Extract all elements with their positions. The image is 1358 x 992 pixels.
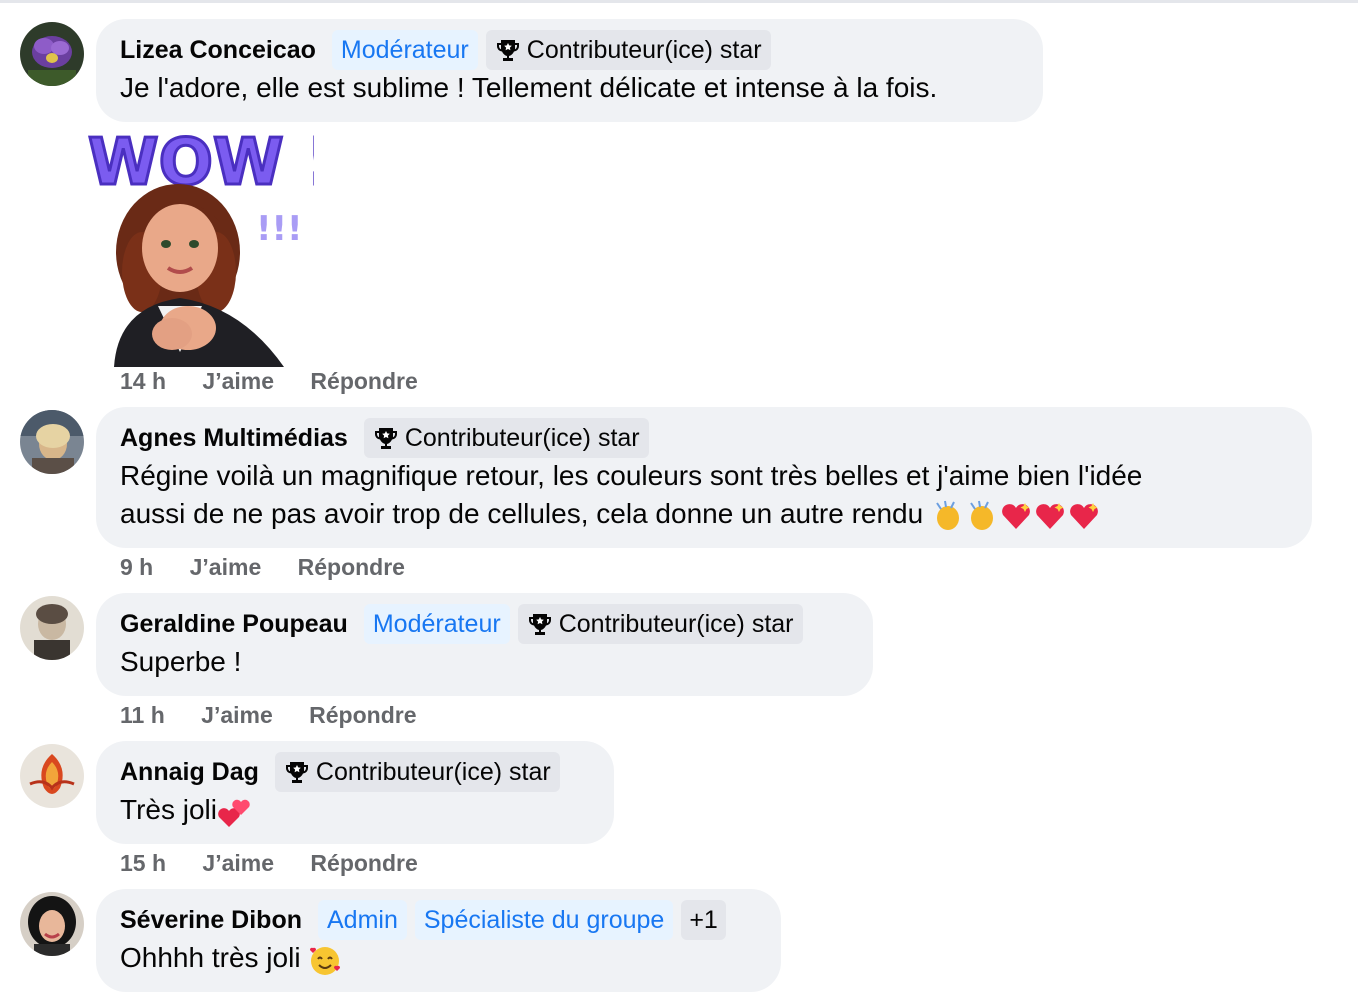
comment-bubble: Annaig Dag Contributeur(ice) star Très j… <box>96 741 614 844</box>
comment-header: Séverine Dibon Admin Spécialiste du grou… <box>120 900 757 940</box>
smiling-face-with-hearts-icon <box>310 946 341 975</box>
author-name[interactable]: Lizea Conceicao <box>120 36 316 65</box>
timestamp[interactable]: 15 h <box>120 850 166 876</box>
clapping-hands-icon <box>970 500 993 530</box>
avatar[interactable] <box>20 22 84 86</box>
comment-actions: 15 h J’aime Répondre <box>120 850 448 877</box>
reply-button[interactable]: Répondre <box>310 850 417 876</box>
comment-text-line2: aussi de ne pas avoir trop de cellules, … <box>120 498 924 529</box>
comment-text: Régine voilà un magnifique retour, les c… <box>120 457 1288 533</box>
top-contributor-badge[interactable]: Contributeur(ice) star <box>517 604 803 644</box>
badge-label: Contributeur(ice) star <box>558 609 794 638</box>
comment-bubble: Lizea Conceicao Modérateur Contributeur(… <box>96 19 1043 122</box>
comment-header: Lizea Conceicao Modérateur Contributeur(… <box>120 30 1019 70</box>
comment-bubble: Séverine Dibon Admin Spécialiste du grou… <box>96 889 781 992</box>
like-button[interactable]: J’aime <box>202 368 274 394</box>
two-hearts-icon <box>218 799 250 827</box>
comment-actions: 11 h J’aime Répondre <box>120 702 447 729</box>
author-name[interactable]: Séverine Dibon <box>120 906 302 935</box>
avatar[interactable] <box>20 892 84 956</box>
timestamp[interactable]: 14 h <box>120 368 166 394</box>
comment-text-body: Très joli <box>120 794 217 825</box>
trophy-icon <box>496 40 519 61</box>
trophy-icon <box>374 428 397 449</box>
moderator-badge[interactable]: Modérateur <box>331 30 478 70</box>
reply-button[interactable]: Répondre <box>310 368 417 394</box>
comment-text: Très joli <box>120 791 590 829</box>
comment-text-body: Ohhhh très joli <box>120 942 301 973</box>
top-contributor-badge[interactable]: Contributeur(ice) star <box>363 418 649 458</box>
top-divider <box>0 0 1358 3</box>
comment-bubble: Agnes Multimédias Contributeur(ice) star… <box>96 407 1312 548</box>
top-contributor-badge[interactable]: Contributeur(ice) star <box>485 30 771 70</box>
comment-text: Superbe ! <box>120 646 242 677</box>
sparkling-heart-icon <box>1070 502 1098 529</box>
author-name[interactable]: Annaig Dag <box>120 758 259 787</box>
badge-label: Contributeur(ice) star <box>315 757 551 786</box>
avatar[interactable] <box>20 744 84 808</box>
comment-header: Annaig Dag Contributeur(ice) star <box>120 752 590 792</box>
comment-text-line1: Régine voilà un magnifique retour, les c… <box>120 460 1143 491</box>
comment-header: Agnes Multimédias Contributeur(ice) star <box>120 418 1288 458</box>
badge-label: Contributeur(ice) star <box>526 35 762 64</box>
like-button[interactable]: J’aime <box>201 702 273 728</box>
comment-bubble: Geraldine Poupeau Modérateur Contributeu… <box>96 593 873 696</box>
comment-actions: 14 h J’aime Répondre <box>120 368 448 395</box>
sparkling-heart-icon <box>1002 502 1030 529</box>
timestamp[interactable]: 11 h <box>120 702 165 728</box>
comment-header: Geraldine Poupeau Modérateur Contributeu… <box>120 604 849 644</box>
author-name[interactable]: Agnes Multimédias <box>120 424 348 453</box>
comment-actions: 9 h J’aime Répondre <box>120 554 435 581</box>
trophy-icon <box>285 762 308 783</box>
author-name[interactable]: Geraldine Poupeau <box>120 610 348 639</box>
sticker-exclaim: !!! <box>256 209 303 249</box>
reply-button[interactable]: Répondre <box>298 554 405 580</box>
badge-label: Contributeur(ice) star <box>404 423 640 452</box>
comment-text-line2-wrap: aussi de ne pas avoir trop de cellules, … <box>120 495 1288 533</box>
trophy-icon <box>528 614 551 635</box>
like-button[interactable]: J’aime <box>190 554 262 580</box>
clapping-hands-icon <box>936 500 959 530</box>
timestamp[interactable]: 9 h <box>120 554 153 580</box>
more-badges-button[interactable]: +1 <box>681 900 726 940</box>
sparkling-heart-icon <box>1036 502 1064 529</box>
moderator-badge[interactable]: Modérateur <box>363 604 510 644</box>
avatar[interactable] <box>20 596 84 660</box>
like-button[interactable]: J’aime <box>202 850 274 876</box>
wow-sticker[interactable]: WOW ! !!! <box>84 122 337 367</box>
avatar[interactable] <box>20 410 84 474</box>
comment-text: Je l'adore, elle est sublime ! Tellement… <box>120 72 938 103</box>
group-specialist-badge[interactable]: Spécialiste du groupe <box>414 900 674 940</box>
comment-text: Ohhhh très joli <box>120 939 757 977</box>
admin-badge[interactable]: Admin <box>318 900 407 940</box>
top-contributor-badge[interactable]: Contributeur(ice) star <box>274 752 560 792</box>
reply-button[interactable]: Répondre <box>309 702 416 728</box>
